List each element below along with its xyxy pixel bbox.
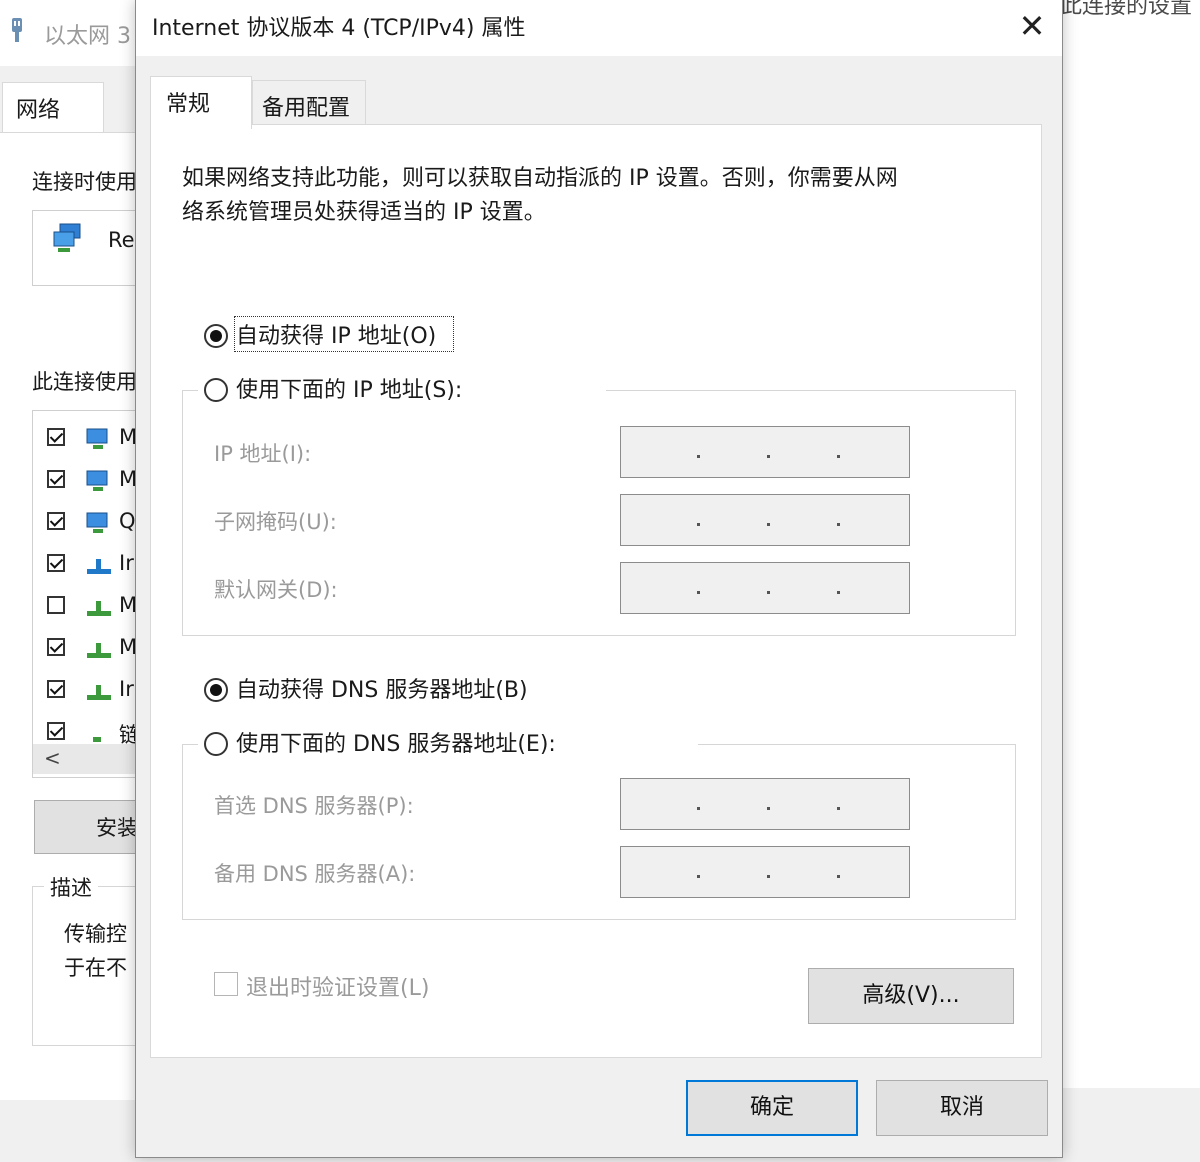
ip-separator-dot [697,455,700,458]
ip-address-label: IP 地址(I): [214,442,312,466]
ip-manual-radio[interactable] [204,378,228,402]
cancel-button[interactable]: 取消 [876,1080,1048,1136]
protocol-icon [87,685,111,700]
adapter-name: Re [108,228,135,252]
list-item-label: Ir [119,551,134,575]
advanced-button[interactable]: 高级(V)... [808,968,1014,1024]
item-checkbox[interactable] [47,722,65,740]
ip-separator-dot [697,807,700,810]
subnet-mask-field[interactable] [620,494,910,546]
protocol-icon [93,737,101,742]
item-checkbox[interactable] [47,596,65,614]
list-item[interactable]: M [47,635,137,665]
list-item[interactable]: Q [47,509,137,539]
ok-button[interactable]: 确定 [686,1080,858,1136]
ip-separator-dot [697,523,700,526]
default-gateway-label: 默认网关(D): [214,578,338,602]
list-item[interactable]: Ir [47,551,137,581]
ethernet-icon [12,18,22,42]
items-list-label: 此连接使用 [32,370,136,394]
background-tab-label: 网络 [16,98,61,123]
list-item[interactable]: M [47,425,137,455]
list-item[interactable]: M [47,467,137,497]
tab-general-label: 常规 [166,92,211,117]
verify-on-exit-checkbox[interactable] [214,972,238,996]
item-checkbox[interactable] [47,638,65,656]
ip-separator-dot [837,591,840,594]
preferred-dns-label: 首选 DNS 服务器(P): [214,794,414,818]
tab-alternate-label: 备用配置 [262,96,351,121]
description-text-line1: 传输控 [64,922,127,946]
scroll-left-icon[interactable]: < [44,746,61,770]
item-checkbox[interactable] [47,428,65,446]
ip-separator-dot [767,523,770,526]
dialog-title: Internet 协议版本 4 (TCP/IPv4) 属性 [152,16,526,41]
list-item[interactable]: Ir [47,677,137,707]
dns-auto-label[interactable]: 自动获得 DNS 服务器地址(B) [236,672,528,704]
dns-manual-radio[interactable] [204,732,228,756]
ip-separator-dot [837,807,840,810]
ip-auto-radio[interactable] [204,324,228,348]
subnet-mask-label: 子网掩码(U): [214,510,337,534]
component-list[interactable]: M M Q Ir M M Ir 链 [32,410,138,778]
dns-auto-radio[interactable] [204,678,228,702]
list-item-label: Ir [119,677,134,701]
intro-text-line1: 如果网络支持此功能，则可以获取自动指派的 IP 设置。否则，你需要从网 [182,166,898,191]
description-title: 描述 [44,872,98,902]
ip-separator-dot [697,875,700,878]
preferred-dns-field[interactable] [620,778,910,830]
network-adapter-icon [53,223,81,252]
item-checkbox[interactable] [47,470,65,488]
intro-text-line2: 络系统管理员处获得适当的 IP 设置。 [182,200,546,225]
protocol-icon [87,643,111,658]
item-checkbox[interactable] [47,512,65,530]
ip-separator-dot [767,807,770,810]
protocol-icon [87,601,111,616]
ip-separator-dot [767,875,770,878]
network-service-icon [86,512,108,533]
ip-separator-dot [767,591,770,594]
ip-separator-dot [837,455,840,458]
alternate-dns-field[interactable] [620,846,910,898]
item-checkbox[interactable] [47,680,65,698]
protocol-icon [87,559,111,574]
ip-separator-dot [837,523,840,526]
ip-separator-dot [767,455,770,458]
background-right-title: 此连接的设置 [1060,0,1193,19]
close-icon[interactable]: ✕ [1012,6,1052,46]
connect-using-label: 连接时使用 [32,170,136,194]
verify-on-exit-label[interactable]: 退出时验证设置(L) [246,970,429,1002]
list-item-label: Q [119,509,136,533]
background-window-title: 以太网 3 [44,24,131,49]
background-right-panel [1062,36,1200,1088]
alternate-dns-label: 备用 DNS 服务器(A): [214,862,416,886]
description-text-line2: 于在不 [64,956,127,980]
list-item[interactable]: M [47,593,137,623]
install-button-label: 安装 [96,816,138,840]
item-checkbox[interactable] [47,554,65,572]
ip-manual-label[interactable]: 使用下面的 IP 地址(S): [236,372,462,404]
network-service-icon [86,470,108,491]
ip-separator-dot [697,591,700,594]
network-client-icon [86,428,108,449]
ip-address-field[interactable] [620,426,910,478]
default-gateway-field[interactable] [620,562,910,614]
ip-auto-label[interactable]: 自动获得 IP 地址(O) [236,318,436,350]
dns-manual-label[interactable]: 使用下面的 DNS 服务器地址(E): [236,726,556,758]
ip-separator-dot [837,875,840,878]
